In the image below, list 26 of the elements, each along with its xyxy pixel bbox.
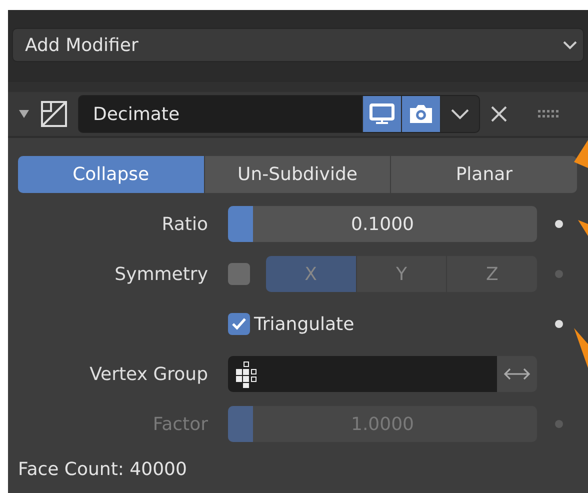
field-label: Vertex Group	[88, 364, 208, 384]
checkbox[interactable]	[228, 313, 250, 335]
chevron-icon	[563, 40, 577, 50]
pointer-arrow-icon	[574, 328, 588, 368]
mode-tab[interactable]: Planar	[391, 156, 578, 193]
field-label: Ratio	[160, 214, 208, 234]
keyframe-dot-icon[interactable]	[555, 220, 563, 228]
expand-triangle-icon[interactable]	[18, 108, 30, 120]
ratio-slider[interactable]: 0.1000	[228, 206, 537, 242]
drag-handle-icon[interactable]	[538, 109, 560, 119]
decimate-icon	[40, 100, 68, 128]
keyframe-dot-icon[interactable]	[555, 320, 563, 328]
field-label: Symmetry	[114, 264, 208, 284]
invert-arrows-icon[interactable]	[497, 356, 537, 392]
checkbox-label[interactable]: Triangulate	[254, 314, 354, 334]
add-modifier-dropdown[interactable]: Add Modifier	[12, 28, 584, 62]
checkbox[interactable]	[228, 263, 250, 285]
field-label: Factor	[152, 414, 208, 434]
close-icon[interactable]	[490, 105, 508, 123]
face-count-text: Face Count: 40000	[17, 458, 188, 480]
mode-tab[interactable]: Un-Subdivide	[204, 156, 390, 193]
mode-tab[interactable]: Collapse	[18, 156, 204, 193]
keyframe-dot-icon[interactable]	[555, 270, 563, 278]
vertex-group-field[interactable]	[228, 356, 497, 392]
pointer-arrow-icon	[578, 220, 588, 236]
pointer-arrow-icon	[574, 140, 588, 168]
